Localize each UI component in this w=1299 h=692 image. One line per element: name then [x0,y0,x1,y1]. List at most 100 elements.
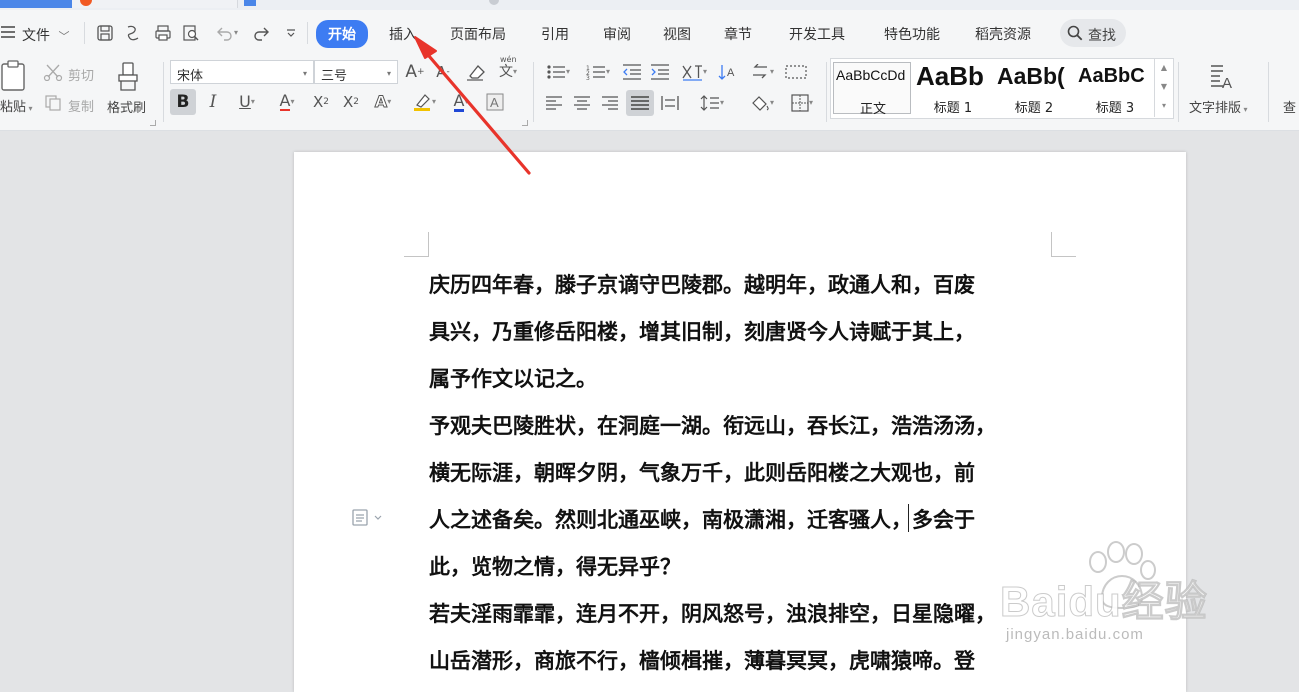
tab-special-features[interactable]: 特色功能 [884,24,940,44]
styles-gallery: AaBbCcDd 正文 AaBb 标题 1 AaBb( 标题 2 AaBbC 标… [830,58,1174,119]
new-tab-button[interactable] [489,0,499,5]
decrease-font-icon[interactable]: A- [432,60,454,84]
tab-review[interactable]: 审阅 [603,24,631,44]
document-line[interactable]: 予观夫巴陵胜状，在洞庭一湖。衔远山，吞长江，浩浩汤汤， [429,410,996,440]
format-painter-icon[interactable] [112,60,146,94]
tab-developer-tools[interactable]: 开发工具 [789,24,845,44]
paragraph-layout-icon[interactable] [351,508,385,530]
chinese-layout-icon[interactable]: ▾ [676,60,712,84]
show-hide-marks-icon[interactable] [784,60,808,84]
hamburger-menu-icon[interactable] [0,24,16,40]
text-direction-icon[interactable]: A [716,60,740,84]
document-line[interactable]: 此，览物之情，得无异乎？ [429,551,681,581]
document-line[interactable]: 属予作文以记之。 [429,363,597,393]
document-line[interactable]: 山岳潜形，商旅不行，樯倾楫摧，薄暮冥冥，虎啸猿啼。登 [429,645,975,675]
distributed-align-icon[interactable] [658,90,682,116]
underline-button[interactable]: U ▾ [230,89,264,115]
tab-home[interactable]: 开始 [316,20,368,48]
clipboard-group-corner[interactable] [150,120,156,126]
text-layout-icon[interactable]: A [1206,60,1238,92]
bold-button[interactable]: B [170,89,196,115]
text-layout-button[interactable]: 文字排版 ▾ [1189,97,1248,116]
search-button[interactable]: 查找 [1060,19,1126,47]
doc-tab-indicator[interactable] [244,0,256,6]
undo-icon[interactable]: ▾ [212,22,242,44]
style-name: 标题 3 [1095,101,1135,116]
style-heading-1[interactable]: AaBb 标题 1 [914,61,992,116]
align-right-icon[interactable] [598,90,622,116]
clear-format-icon[interactable] [462,60,488,84]
style-normal[interactable]: AaBbCcDd 正文 [833,62,911,117]
highlight-button[interactable]: ▾ [406,89,442,115]
save-icon[interactable] [94,22,116,44]
menu-bar: 文件 ﹀ ▾ 开始 插入 页面布局 引用 审阅 视图 章节 开发工具 特色功能 … [0,10,1299,56]
font-name-select[interactable]: 宋体 ▾ [170,60,314,84]
scroll-down-icon[interactable]: ▼ [1155,77,1173,96]
redo-icon[interactable] [250,22,272,44]
document-line[interactable]: 庆历四年春，滕子京谪守巴陵郡。越明年，政通人和，百废 [429,269,975,299]
doc-tab-wps[interactable] [72,0,238,8]
print-preview-icon[interactable] [180,22,202,44]
cut-label[interactable]: 剪切 [68,65,94,84]
style-heading-3[interactable]: AaBbC 标题 3 [1076,62,1154,116]
paste-button[interactable]: 粘贴 ▾ [0,96,33,115]
title-tab-strip [0,0,1299,10]
text-layout-label: 文字排版 [1189,101,1242,116]
tab-chapter[interactable]: 章节 [724,24,752,44]
tab-references[interactable]: 引用 [541,24,569,44]
customize-toolbar-icon[interactable] [282,22,300,44]
strikethrough-button[interactable]: A ▾ [270,89,304,115]
svg-text:A: A [727,67,735,79]
align-justify-button[interactable] [626,90,654,116]
align-center-icon[interactable] [570,90,594,116]
paste-label: 粘贴 [0,100,27,115]
file-menu-label: 文件 [22,28,50,44]
document-line[interactable]: 若夫淫雨霏霏，连月不开，阴风怒号，浊浪排空，日星隐曜， [429,598,996,628]
character-shading-icon[interactable]: A [482,89,508,115]
font-group-corner[interactable] [522,120,528,126]
tab-view[interactable]: 视图 [663,24,691,44]
format-painter-label[interactable]: 格式刷 [107,97,146,116]
font-name-value: 宋体 [177,69,204,84]
font-size-value: 三号 [321,69,348,84]
italic-button[interactable]: I [202,89,224,115]
file-menu[interactable]: 文件 ﹀ [22,25,69,45]
document-line[interactable]: 人之述备矣。然则北通巫峡，南极潇湘，迁客骚人，多会于 [429,504,975,534]
decrease-indent-icon[interactable] [620,60,644,84]
font-size-select[interactable]: 三号 ▾ [314,60,398,84]
increase-font-icon[interactable]: A + [404,60,426,84]
shading-icon[interactable]: ▾ [744,90,780,116]
line-spacing-icon[interactable]: ▾ [694,90,730,116]
copy-icon[interactable] [42,93,64,113]
text-effect-button[interactable]: A ▾ [366,89,400,115]
styles-more-icon[interactable]: ▾ [1155,96,1173,115]
superscript-button[interactable]: X2 [308,89,334,115]
cut-icon[interactable] [42,62,64,82]
tab-docer-resources[interactable]: 稻壳资源 [975,24,1031,44]
tab-insert[interactable]: 插入 [389,24,417,44]
font-color-button[interactable]: A ▾ [446,89,476,115]
copy-label[interactable]: 复制 [68,96,94,115]
style-preview: AaBb [916,61,984,91]
print-icon[interactable] [152,22,174,44]
sort-icon[interactable]: ▾ [744,60,780,84]
document-line[interactable]: 横无际涯，朝晖夕阴，气象万千，此则岳阳楼之大观也，前 [429,457,975,487]
borders-icon[interactable]: ▾ [784,90,820,116]
scroll-up-icon[interactable]: ▲ [1155,58,1173,77]
paste-icon[interactable] [0,60,28,92]
style-heading-2[interactable]: AaBb( 标题 2 [995,62,1073,116]
align-left-icon[interactable] [542,90,566,116]
bullets-icon[interactable]: ▾ [540,60,576,84]
style-name: 正文 [859,102,886,117]
subscript-button[interactable]: X2 [338,89,364,115]
increase-indent-icon[interactable] [648,60,672,84]
tab-page-layout[interactable]: 页面布局 [450,24,506,44]
export-pdf-icon[interactable] [122,22,144,44]
document-line[interactable]: 具兴，乃重修岳阳楼，增其旧制，刻唐贤今人诗赋于其上， [429,316,975,346]
baidu-watermark: Baidu经验 jingyan.baidu.com [996,540,1236,660]
numbering-icon[interactable]: 123 ▾ [580,60,616,84]
doc-tab-active[interactable] [0,0,72,8]
phonetic-guide-icon[interactable]: wén 文 ▾ [492,56,524,86]
svg-text:A: A [490,95,499,110]
find-replace-label[interactable]: 查 [1283,97,1296,116]
